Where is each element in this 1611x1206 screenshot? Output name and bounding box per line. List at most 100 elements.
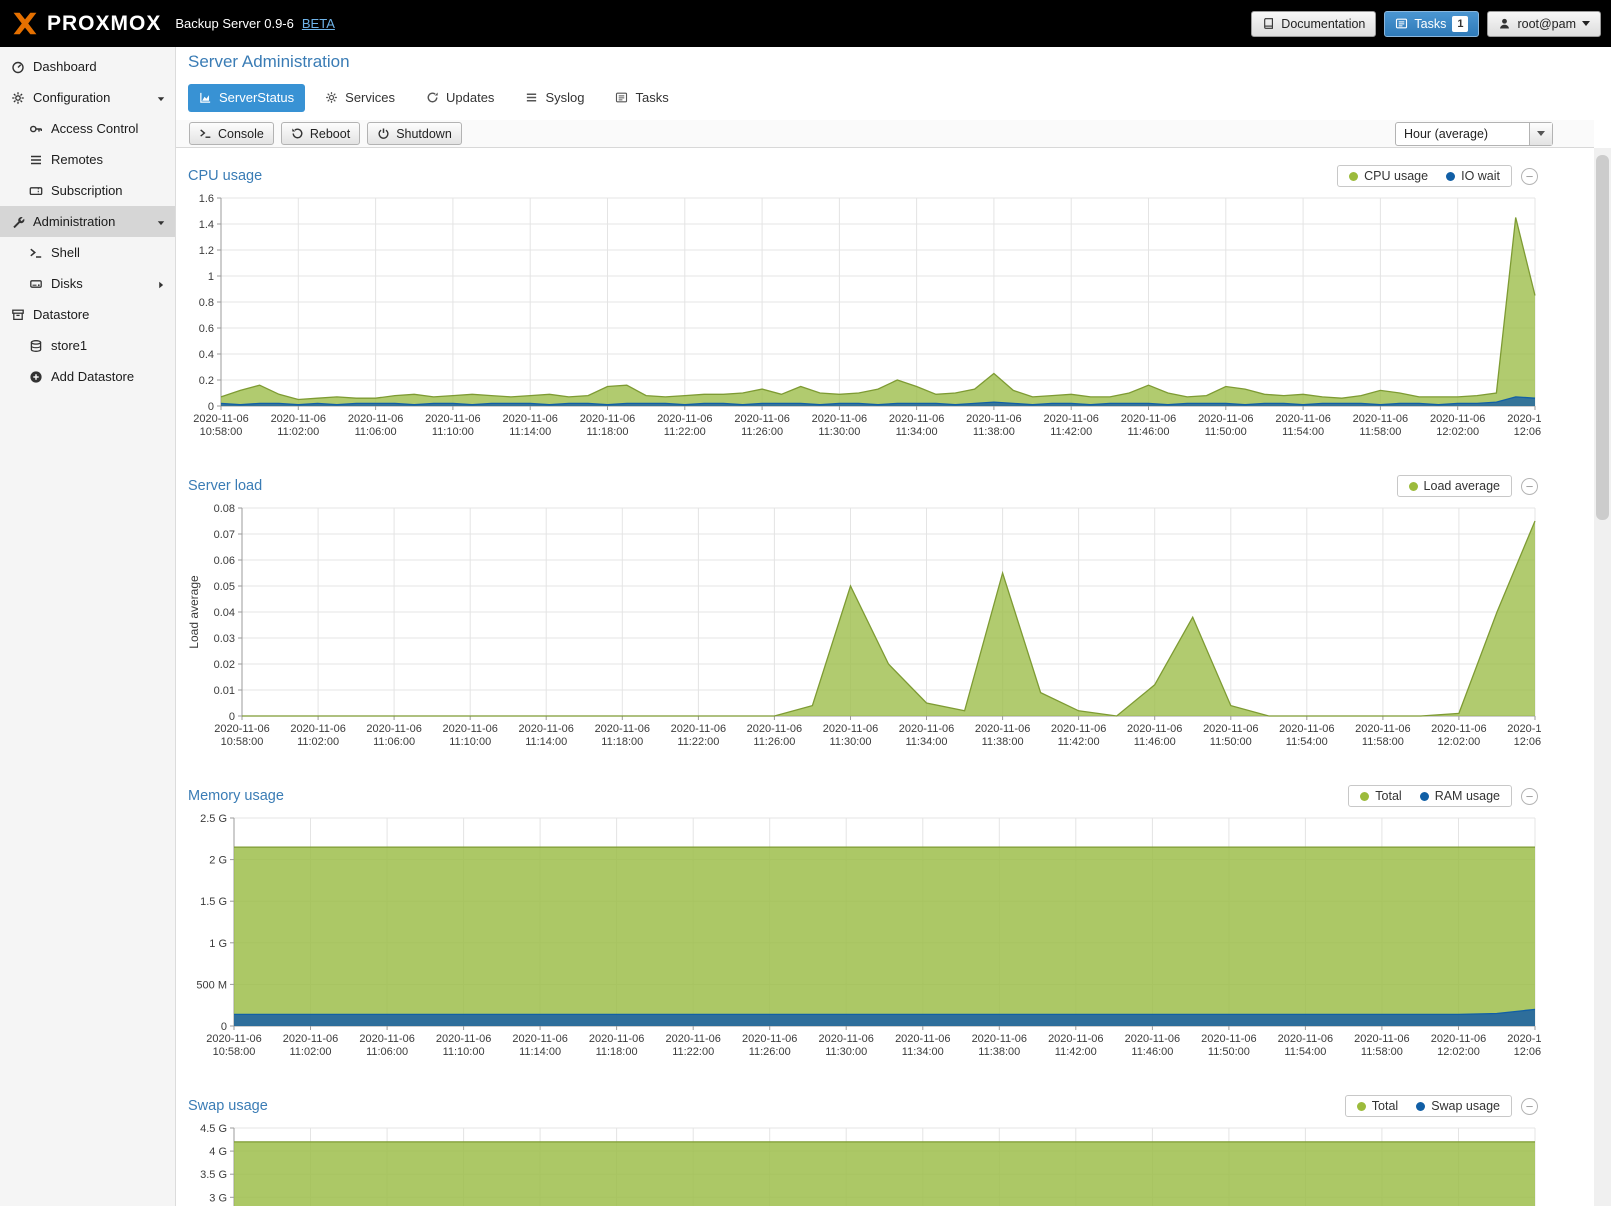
collapse-panel-icon[interactable]: − — [1521, 1098, 1538, 1115]
list-alt-icon — [615, 91, 628, 104]
svg-text:2020-11-0611:30:00: 2020-11-0611:30:00 — [812, 413, 867, 438]
tasks-button[interactable]: Tasks 1 — [1384, 11, 1479, 37]
tab-serverstatus[interactable]: ServerStatus — [188, 84, 305, 112]
svg-text:2020-11-0611:22:00: 2020-11-0611:22:00 — [671, 723, 726, 748]
book-icon — [1262, 17, 1275, 30]
proxmox-logo: PROXMOX — [10, 11, 161, 36]
svg-text:2.5 G: 2.5 G — [200, 813, 227, 825]
svg-text:0.6: 0.6 — [199, 323, 214, 335]
svg-text:2020-11-0611:02:00: 2020-11-0611:02:00 — [283, 1033, 338, 1058]
svg-text:2020-11-0611:14:00: 2020-11-0611:14:00 — [512, 1033, 567, 1058]
svg-text:0: 0 — [221, 1021, 227, 1033]
tabbar: ServerStatus Services Updates Syslog Tasks — [188, 83, 680, 112]
expander[interactable] — [156, 276, 166, 291]
caret-down-icon — [156, 94, 166, 104]
svg-text:500 M: 500 M — [196, 979, 227, 991]
collapse-panel-icon[interactable]: − — [1521, 478, 1538, 495]
archive-icon — [11, 308, 25, 322]
undo-icon — [291, 127, 304, 140]
sidebar-item-subscription[interactable]: Subscription — [0, 175, 175, 206]
svg-text:2020-11-0611:42:00: 2020-11-0611:42:00 — [1043, 413, 1098, 438]
svg-text:0.2: 0.2 — [199, 375, 214, 387]
svg-text:2020-11-0611:58:00: 2020-11-0611:58:00 — [1354, 1033, 1409, 1058]
legend-label: IO wait — [1461, 169, 1500, 183]
svg-text:2020-11-0611:06:00: 2020-11-0611:06:00 — [359, 1033, 414, 1058]
scrollbar[interactable] — [1594, 148, 1611, 1206]
sidebar-item-administration[interactable]: Administration — [0, 206, 175, 237]
collapse-panel-icon[interactable]: − — [1521, 788, 1538, 805]
panels: CPU usage CPU usage IO wait − 2020-11-0610:5… — [176, 160, 1594, 1206]
documentation-label: Documentation — [1281, 17, 1365, 31]
timeframe-trigger[interactable] — [1529, 123, 1552, 145]
tab-tasks[interactable]: Tasks — [604, 84, 679, 112]
panel-title: Server load — [188, 478, 1397, 494]
legend-label: Swap usage — [1431, 1099, 1500, 1113]
sidebar-item-access-control[interactable]: Access Control — [0, 113, 175, 144]
svg-text:0.05: 0.05 — [214, 581, 235, 593]
beta-link[interactable]: BETA — [302, 16, 335, 31]
sidebar-item-label: Datastore — [33, 307, 89, 322]
plus-circle-icon — [29, 370, 43, 384]
sidebar-item-disks[interactable]: Disks — [0, 268, 175, 299]
sidebar-item-shell[interactable]: Shell — [0, 237, 175, 268]
legend-item-total: Total — [1360, 789, 1401, 803]
tab-syslog[interactable]: Syslog — [514, 84, 595, 112]
user-menu-button[interactable]: root@pam — [1487, 11, 1601, 37]
console-button[interactable]: Console — [189, 122, 274, 145]
tab-label: Services — [345, 90, 395, 105]
svg-text:2020-11-0611:42:00: 2020-11-0611:42:00 — [1048, 1033, 1103, 1058]
main-area: Server Administration ServerStatusServic… — [176, 47, 1611, 1206]
svg-text:2020-11-0611:22:00: 2020-11-0611:22:00 — [657, 413, 712, 438]
tab-label: Tasks — [635, 90, 668, 105]
svg-text:2020-11-0611:54:00: 2020-11-0611:54:00 — [1279, 723, 1334, 748]
svg-text:2020-11-0611:14:00: 2020-11-0611:14:00 — [502, 413, 557, 438]
legend-dot — [1357, 1102, 1366, 1111]
reboot-button[interactable]: Reboot — [281, 122, 360, 145]
tab-services[interactable]: Services — [314, 84, 406, 112]
panel-title: CPU usage — [188, 168, 1337, 184]
svg-text:2020-11-0612:06:00: 2020-11-0612:06:00 — [1507, 413, 1541, 438]
documentation-button[interactable]: Documentation — [1251, 11, 1376, 37]
sidebar-item-remotes[interactable]: Remotes — [0, 144, 175, 175]
sidebar-item-datastore[interactable]: Datastore — [0, 299, 175, 330]
svg-text:2020-11-0610:58:00: 2020-11-0610:58:00 — [214, 723, 269, 748]
panel-title: Memory usage — [188, 788, 1348, 804]
svg-text:0.03: 0.03 — [214, 633, 235, 645]
svg-text:2 G: 2 G — [209, 855, 227, 867]
sidebar-item-dashboard[interactable]: Dashboard — [0, 51, 175, 82]
topbar-actions: Documentation Tasks 1 root@pam — [1251, 11, 1601, 37]
content: CPU usage CPU usage IO wait − 2020-11-0610:5… — [176, 148, 1594, 1206]
svg-text:2020-11-0611:42:00: 2020-11-0611:42:00 — [1051, 723, 1106, 748]
list-icon — [525, 91, 538, 104]
shutdown-button[interactable]: Shutdown — [367, 122, 462, 145]
svg-text:1: 1 — [208, 271, 214, 283]
svg-text:2020-11-0611:18:00: 2020-11-0611:18:00 — [595, 723, 650, 748]
svg-text:1 G: 1 G — [209, 938, 227, 950]
sidebar-item-add-datastore[interactable]: Add Datastore — [0, 361, 175, 392]
expander[interactable] — [156, 214, 166, 229]
sidebar-item-store1[interactable]: store1 — [0, 330, 175, 361]
svg-text:2020-11-0612:06:00: 2020-11-0612:06:00 — [1507, 1033, 1541, 1058]
caret-down-icon — [1537, 131, 1545, 136]
sidebar-item-configuration[interactable]: Configuration — [0, 82, 175, 113]
legend-label: CPU usage — [1364, 169, 1428, 183]
sidebar-item-label: Configuration — [33, 90, 110, 105]
svg-text:0: 0 — [229, 711, 235, 723]
timeframe-select[interactable]: Hour (average) — [1395, 122, 1553, 146]
legend-item-cpu-usage: CPU usage — [1349, 169, 1428, 183]
svg-text:2020-11-0611:38:00: 2020-11-0611:38:00 — [966, 413, 1021, 438]
sidebar-item-label: Administration — [33, 214, 115, 229]
disk-icon — [29, 277, 43, 291]
svg-text:2020-11-0611:30:00: 2020-11-0611:30:00 — [818, 1033, 873, 1058]
scrollbar-thumb[interactable] — [1596, 155, 1609, 520]
button-label: Reboot — [310, 127, 350, 141]
collapse-panel-icon[interactable]: − — [1521, 168, 1538, 185]
svg-text:2020-11-0611:54:00: 2020-11-0611:54:00 — [1275, 413, 1330, 438]
svg-text:2020-11-0610:58:00: 2020-11-0610:58:00 — [206, 1033, 261, 1058]
tab-updates[interactable]: Updates — [415, 84, 505, 112]
database-icon — [29, 339, 43, 353]
list-icon — [29, 153, 43, 167]
svg-text:2020-11-0611:58:00: 2020-11-0611:58:00 — [1353, 413, 1408, 438]
expander[interactable] — [156, 90, 166, 105]
svg-text:2020-11-0611:38:00: 2020-11-0611:38:00 — [975, 723, 1030, 748]
